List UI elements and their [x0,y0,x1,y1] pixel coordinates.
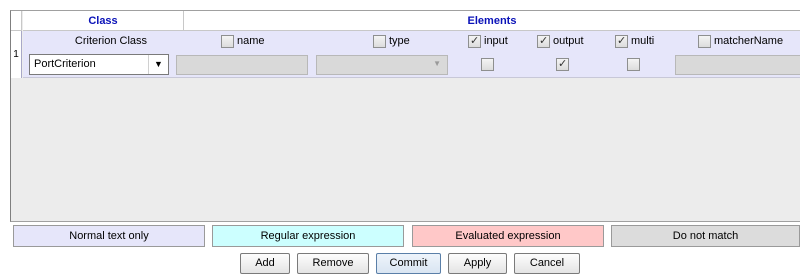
remove-button[interactable]: Remove [297,253,369,274]
legend-regular-expression: Regular expression [212,225,404,247]
criterion-class-value: PortCriterion [34,58,96,70]
column-header-input[interactable]: ✓ input [468,33,508,49]
column-label-input: input [484,35,508,47]
dropdown-arrow-icon[interactable]: ▼ [148,55,168,74]
check-mark-icon: ✓ [558,58,568,70]
column-header-matchername[interactable]: matcherName [698,33,783,49]
name-column-checkbox[interactable] [221,34,234,48]
column-label-name: name [237,35,265,47]
apply-button[interactable]: Apply [448,253,507,274]
type-column-checkbox[interactable] [373,34,386,48]
output-row-checkbox[interactable]: ✓ [556,58,572,71]
multi-column-checkbox[interactable]: ✓ [615,34,628,48]
column-header-criterion-class: Criterion Class [74,35,148,47]
column-label-type: type [389,35,410,47]
name-field[interactable] [176,55,308,75]
legend-evaluated-expression: Evaluated expression [412,225,604,247]
add-button[interactable]: Add [240,253,290,274]
column-header-type[interactable]: type [373,33,410,49]
criteria-table: Class Elements 1 Criterion Class name ty… [10,10,800,222]
commit-button[interactable]: Commit [376,253,441,274]
row-number: 1 [11,31,22,78]
column-label-multi: multi [631,35,655,47]
output-column-checkbox[interactable]: ✓ [537,34,550,48]
column-header-name[interactable]: name [221,33,265,49]
input-column-checkbox[interactable]: ✓ [468,34,481,48]
column-header-output[interactable]: ✓ output [537,33,584,49]
row-header-corner [11,11,22,31]
check-mark-icon: ✓ [539,34,549,47]
cancel-button[interactable]: Cancel [514,253,580,274]
group-header-elements: Elements [184,11,800,31]
group-header-class: Class [23,11,184,31]
legend-do-not-match: Do not match [611,225,800,247]
dropdown-arrow-icon: ▼ [433,59,441,68]
matchername-column-checkbox[interactable] [698,34,711,48]
check-mark-icon: ✓ [617,34,627,47]
column-label-output: output [553,35,584,47]
legend-normal-text: Normal text only [13,225,205,247]
column-label-matchername: matcherName [714,35,784,47]
type-select[interactable]: ▼ [316,55,448,75]
criterion-class-select[interactable]: PortCriterion ▼ [29,54,169,75]
column-header-multi[interactable]: ✓ multi [615,33,654,49]
multi-row-checkbox[interactable] [627,58,643,71]
matchername-field[interactable] [675,55,800,75]
check-mark-icon: ✓ [470,34,480,47]
input-row-checkbox[interactable] [481,58,497,71]
